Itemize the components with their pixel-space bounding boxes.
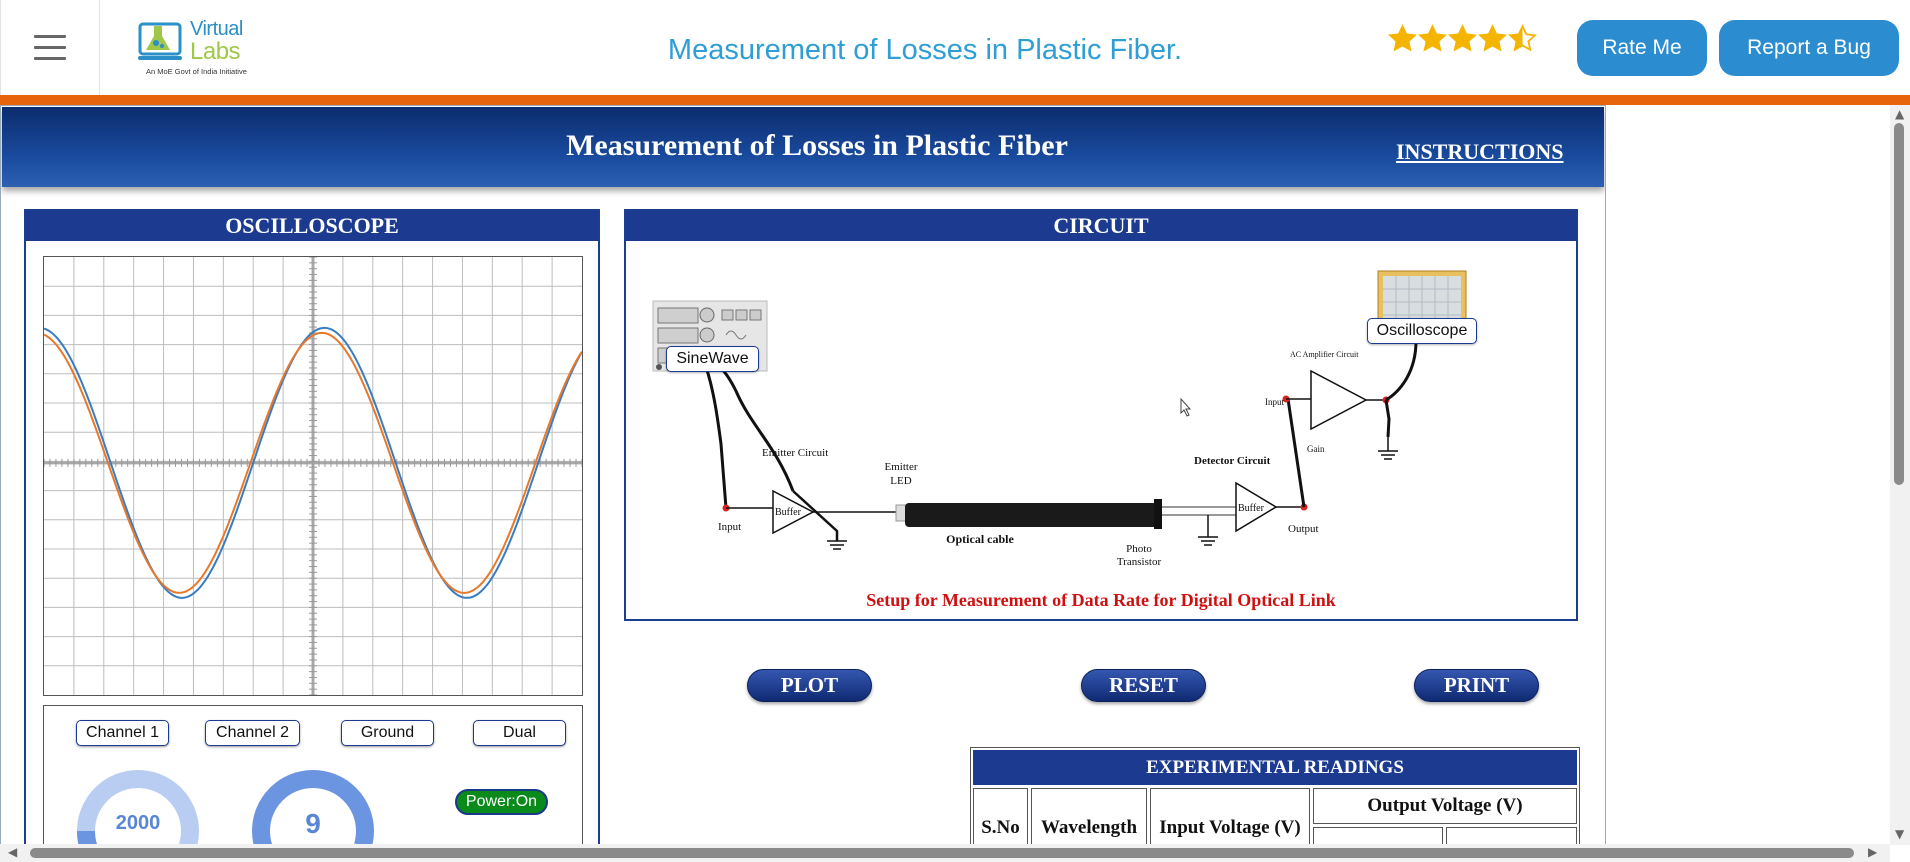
col-output-sub-1: [1313, 827, 1443, 844]
label-detector-circuit: Detector Circuit: [1194, 455, 1271, 467]
page-title: Measurement of Losses in Plastic Fiber.: [667, 34, 1183, 66]
header-divider: [0, 95, 1910, 105]
horizontal-scroll-thumb[interactable]: [30, 848, 1854, 858]
label-led: LED: [890, 475, 911, 487]
sim-title: Measurement of Losses in Plastic Fiber: [566, 129, 1068, 162]
simulation-area: Measurement of Losses in Plastic Fiber I…: [0, 105, 1606, 845]
col-sno: S.No: [973, 788, 1028, 844]
rating-stars[interactable]: [1388, 24, 1537, 54]
top-navbar: Virtual Labs An MoE Govt of India Initia…: [0, 0, 1910, 95]
volt-division-value: 9: [305, 808, 321, 839]
label-amp-input: Input: [1265, 397, 1284, 407]
channel-2-button[interactable]: Channel 2: [205, 720, 300, 746]
readings-title: EXPERIMENTAL READINGS: [973, 750, 1577, 785]
rate-me-button[interactable]: Rate Me: [1577, 20, 1707, 76]
label-buffer-left: Buffer: [775, 507, 802, 518]
logo-text-labs: Labs: [190, 38, 241, 65]
circuit-title: CIRCUIT: [626, 211, 1576, 241]
col-wavelength: Wavelength: [1031, 788, 1147, 844]
sim-header: Measurement of Losses in Plastic Fiber I…: [2, 107, 1604, 187]
flask-logo-icon: [138, 22, 182, 60]
circuit-panel: CIRCUIT Emitter Circuit Input Buffer Emi…: [624, 209, 1578, 621]
label-ac-amplifier: AC Amplifier Circuit: [1290, 350, 1359, 359]
dual-button[interactable]: Dual: [473, 720, 566, 746]
oscilloscope-device-label[interactable]: Oscilloscope: [1367, 318, 1477, 344]
volt-division-knob[interactable]: 9: [250, 768, 376, 844]
print-button[interactable]: PRINT: [1414, 669, 1539, 702]
label-optical-cable: Optical cable: [946, 532, 1014, 546]
label-gain: Gain: [1307, 444, 1325, 454]
col-output-sub-2: [1446, 827, 1577, 844]
col-input-voltage: Input Voltage (V): [1150, 788, 1310, 844]
star-icon[interactable]: [1388, 24, 1417, 54]
star-icon[interactable]: [1418, 24, 1447, 54]
label-output: Output: [1288, 523, 1319, 535]
scroll-down-icon[interactable]: ▼: [1895, 827, 1904, 841]
experimental-readings-table: EXPERIMENTAL READINGS S.No Wavelength In…: [970, 747, 1580, 844]
label-photo: Photo: [1126, 543, 1152, 555]
circuit-caption: Setup for Measurement of Data Rate for D…: [866, 590, 1336, 610]
channel-1-button[interactable]: Channel 1: [76, 720, 169, 746]
star-icon[interactable]: [1478, 24, 1507, 54]
col-output-voltage: Output Voltage (V): [1313, 788, 1577, 824]
scroll-left-icon[interactable]: ◀: [8, 845, 17, 859]
report-bug-button[interactable]: Report a Bug: [1719, 20, 1899, 76]
instructions-link[interactable]: INSTRUCTIONS: [1396, 139, 1564, 165]
scroll-up-icon[interactable]: ▲: [1895, 107, 1904, 121]
horizontal-scrollbar[interactable]: ◀ ▶: [0, 844, 1890, 862]
power-toggle[interactable]: Power:On: [455, 789, 548, 815]
time-division-knob[interactable]: 2000: [75, 768, 201, 844]
label-transistor: Transistor: [1117, 556, 1162, 568]
label-emitter: Emitter: [885, 461, 918, 473]
ground-button[interactable]: Ground: [341, 720, 434, 746]
star-icon[interactable]: [1508, 24, 1537, 54]
vertical-scroll-thumb[interactable]: [1894, 123, 1904, 485]
label-buffer-right: Buffer: [1238, 503, 1265, 514]
plot-button[interactable]: PLOT: [747, 669, 872, 702]
vertical-scrollbar[interactable]: ▲ ▼: [1890, 105, 1910, 845]
circuit-diagram: Emitter Circuit Input Buffer Emitter LED…: [652, 270, 1467, 568]
sinewave-label[interactable]: SineWave: [666, 346, 759, 372]
label-emitter-circuit: Emitter Circuit: [762, 447, 828, 459]
oscilloscope-graph: [43, 256, 583, 696]
label-input: Input: [718, 521, 741, 533]
time-division-value: 2000: [115, 812, 161, 834]
oscilloscope-title: OSCILLOSCOPE: [26, 211, 598, 241]
oscilloscope-panel: OSCILLOSCOPE Channel 1 Channel 2 Ground …: [24, 209, 600, 844]
star-icon[interactable]: [1448, 24, 1477, 54]
virtual-labs-logo[interactable]: Virtual Labs An MoE Govt of India Initia…: [138, 14, 248, 80]
reset-button[interactable]: RESET: [1081, 669, 1206, 702]
oscilloscope-screen: [43, 256, 583, 696]
oscilloscope-controls: Channel 1 Channel 2 Ground Dual 2000 9 P…: [43, 705, 583, 844]
hamburger-menu-icon[interactable]: [0, 0, 100, 95]
scroll-right-icon[interactable]: ▶: [1868, 845, 1877, 859]
logo-tagline: An MoE Govt of India Initiative: [146, 67, 247, 76]
